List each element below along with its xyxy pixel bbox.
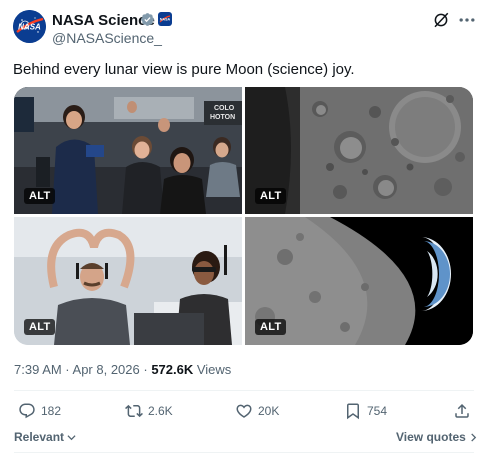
tweet-text: Behind every lunar view is pure Moon (sc… <box>13 61 355 78</box>
view-quotes-label: View quotes <box>396 430 466 444</box>
media-image-team[interactable]: COLO HOTON ALT <box>14 87 242 214</box>
share-icon <box>455 403 469 418</box>
media-image-moon-earth[interactable]: ALT <box>245 217 473 345</box>
chevron-down-icon <box>67 435 76 441</box>
timestamp[interactable]: 7:39 AM · Apr 8, 2026 · <box>14 362 151 377</box>
svg-text:COLO: COLO <box>214 105 235 112</box>
svg-text:NASA: NASA <box>18 23 41 32</box>
views-label: Views <box>193 362 232 377</box>
account-avatar[interactable]: NASA <box>13 10 46 43</box>
reply-icon <box>19 403 35 419</box>
chevron-right-icon <box>471 433 477 442</box>
sort-dropdown[interactable]: Relevant <box>14 430 76 444</box>
repost-button[interactable]: 2.6K <box>125 401 173 421</box>
share-button[interactable] <box>453 401 471 421</box>
reply-button[interactable]: 182 <box>18 401 61 421</box>
heart-icon <box>236 404 252 418</box>
tweet-meta: 7:39 AM · Apr 8, 2026 · 572.6K Views <box>14 362 231 377</box>
media-image-crater[interactable]: ALT <box>245 87 473 214</box>
views-count: 572.6K <box>151 362 194 377</box>
repost-count: 2.6K <box>148 404 173 418</box>
media-image-heart-hands[interactable]: ALT <box>14 217 242 345</box>
grok-icon[interactable] <box>432 11 450 29</box>
nasa-meatball-logo-icon: NASA <box>13 10 46 43</box>
sort-label: Relevant <box>14 430 65 444</box>
affiliation-badge[interactable]: NASA <box>158 12 172 26</box>
repost-icon <box>125 404 143 418</box>
svg-text:HOTON: HOTON <box>210 114 235 121</box>
bookmark-icon <box>347 403 359 420</box>
nasa-affiliate-icon: NASA <box>159 13 171 25</box>
alt-text-badge[interactable]: ALT <box>255 188 287 204</box>
reply-count: 182 <box>41 404 62 418</box>
media-grid: COLO HOTON ALT ALT ALT ALT <box>14 87 473 345</box>
bookmark-button[interactable]: 754 <box>344 401 387 421</box>
alt-text-badge[interactable]: ALT <box>255 319 287 335</box>
view-quotes-link[interactable]: View quotes <box>396 430 478 444</box>
more-options-icon[interactable] <box>457 11 477 29</box>
like-count: 20K <box>258 404 280 418</box>
bookmark-count: 754 <box>367 404 388 418</box>
verified-badge-icon[interactable] <box>140 12 155 27</box>
divider <box>14 390 474 391</box>
like-button[interactable]: 20K <box>235 401 279 421</box>
divider <box>14 452 474 453</box>
alt-text-badge[interactable]: ALT <box>24 188 56 204</box>
alt-text-badge[interactable]: ALT <box>24 319 56 335</box>
svg-text:NASA: NASA <box>160 18 171 22</box>
account-handle[interactable]: @NASAScience_ <box>52 30 162 46</box>
